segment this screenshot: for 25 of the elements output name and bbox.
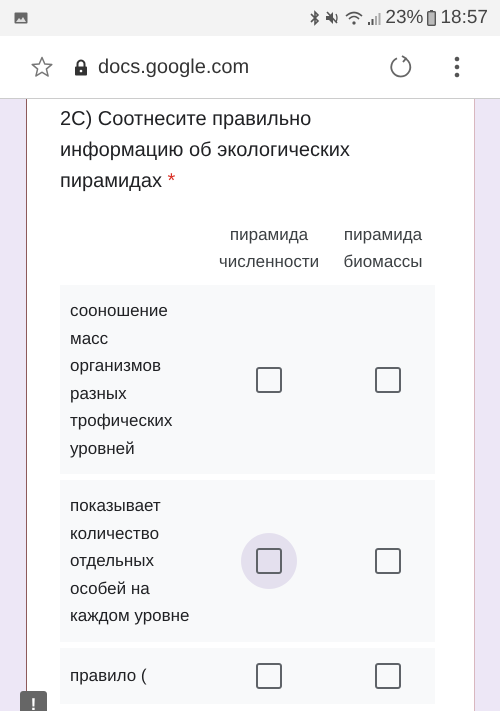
checkbox[interactable] [256,366,282,392]
error-badge: ! [20,691,47,711]
clock: 18:57 [440,7,488,29]
row-label: правило ( [69,664,148,687]
image-icon [14,12,28,24]
more-menu-icon[interactable] [454,56,460,78]
battery-icon [427,10,436,26]
battery-percent: 23% [385,7,424,29]
star-icon[interactable] [30,55,54,79]
question-title: 2С) Соотнесите правильно информацию об экологических пирамидах * [60,107,351,194]
checkbox[interactable] [375,548,401,574]
lock-icon [74,58,88,76]
column-header: пирамида биомассы [342,224,424,273]
checkbox[interactable] [375,366,401,392]
bluetooth-icon [309,10,322,26]
checkbox[interactable] [256,662,282,688]
column-header: пирамида численности [218,224,320,273]
wifi-icon [345,11,364,25]
row-label: показывает количество отдельных особей на каждом уровне [69,495,191,627]
checkbox[interactable] [256,548,282,574]
url-text[interactable]: docs.google.com [98,56,250,78]
reload-icon[interactable] [388,54,414,80]
row-label: сооношение масс организмов разных трофических уровней [69,300,174,460]
checkbox[interactable] [375,662,401,688]
signal-icon [367,11,382,25]
